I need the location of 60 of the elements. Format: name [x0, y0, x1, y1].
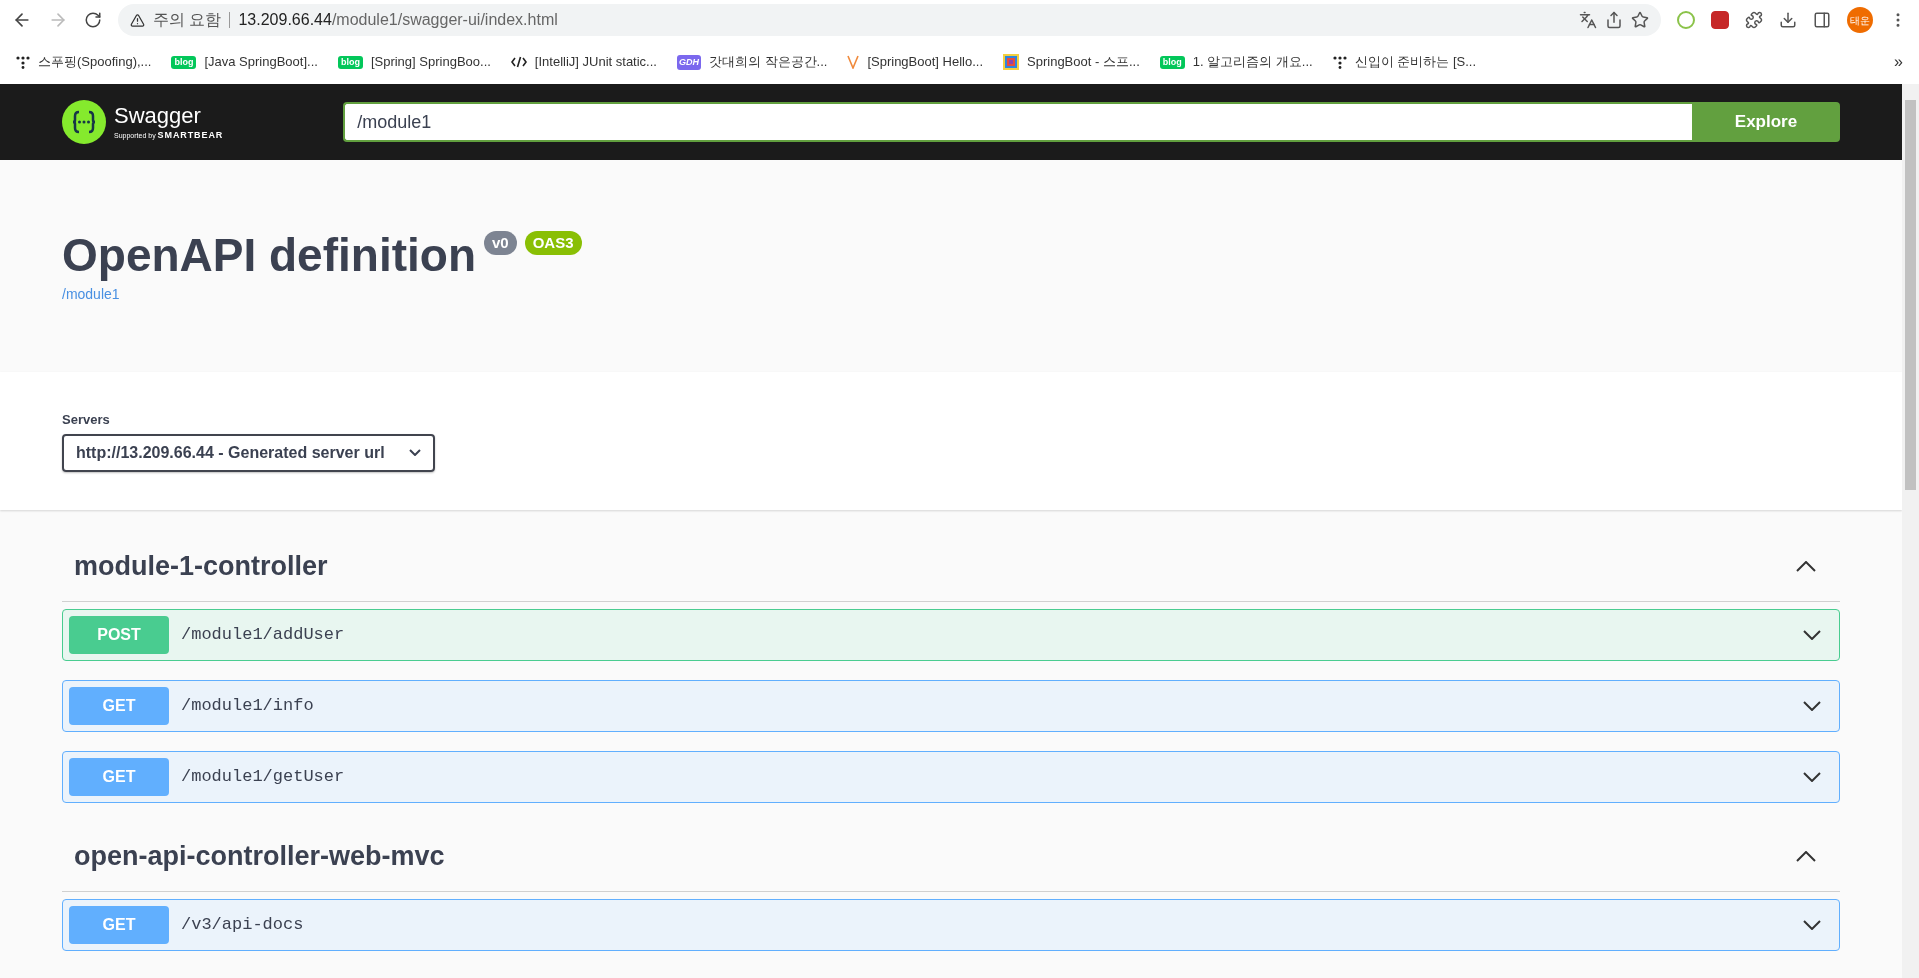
operation-row[interactable]: GET /module1/getUser — [62, 751, 1840, 803]
side-panel-icon[interactable] — [1813, 11, 1831, 29]
extension-icon[interactable] — [1711, 11, 1729, 29]
operation-path: /module1/getUser — [181, 766, 345, 789]
chevron-down-icon — [1803, 701, 1821, 711]
version-badge: v0 — [484, 230, 517, 256]
chevron-down-icon — [1803, 772, 1821, 782]
tag-header[interactable]: module-1-controller — [62, 532, 1840, 602]
gdh-icon: GDH — [676, 54, 701, 70]
blog-icon: blog — [1159, 55, 1185, 69]
squares-icon — [1003, 54, 1020, 70]
bookmark-item[interactable]: 스푸핑(Spoofing),... — [16, 52, 152, 72]
star-icon[interactable] — [1631, 11, 1649, 29]
blog-icon: blog — [337, 55, 363, 69]
method-badge: GET — [69, 758, 169, 796]
reload-icon[interactable] — [84, 11, 102, 29]
operation-path: /module1/info — [181, 695, 314, 718]
chevron-down-icon — [408, 449, 421, 457]
bookmark-item[interactable]: GDH 갓대희의 작은공간... — [676, 52, 828, 72]
operation-path: /v3/api-docs — [181, 914, 304, 937]
operation-row[interactable]: GET /v3/api-docs — [62, 899, 1840, 951]
dots-icon — [16, 55, 30, 69]
url-input[interactable]: /module1 — [343, 102, 1692, 142]
bookmark-item[interactable]: [SpringBoot] Hello... — [847, 52, 984, 72]
bookmark-item[interactable]: [IntelliJ] JUnit static... — [510, 52, 657, 72]
blog-icon: blog — [171, 55, 197, 69]
warning-icon — [130, 12, 145, 28]
api-title: OpenAPI definition — [62, 227, 476, 283]
method-badge: GET — [69, 687, 169, 725]
tag-header[interactable]: open-api-controller-web-mvc — [62, 822, 1840, 892]
swagger-logo-icon — [62, 100, 106, 144]
security-label: 주의 요함 — [153, 10, 222, 30]
dots-icon — [1332, 55, 1347, 69]
operation-path: /module1/addUser — [181, 624, 345, 647]
download-icon[interactable] — [1779, 11, 1797, 29]
bookmark-item[interactable]: blog [Java SpringBoot]... — [171, 52, 318, 72]
url-text: 13.209.66.44/module1/swagger-ui/index.html — [238, 10, 558, 30]
method-badge: GET — [69, 906, 169, 944]
operation-row[interactable]: GET /module1/info — [62, 680, 1840, 732]
oas-badge: OAS3 — [524, 230, 582, 256]
translate-icon[interactable] — [1579, 11, 1597, 29]
chevron-down-icon — [1803, 630, 1821, 640]
share-icon[interactable] — [1605, 11, 1623, 29]
chevron-down-icon — [1803, 920, 1821, 930]
chevron-up-icon — [1796, 561, 1816, 572]
chevron-up-icon — [1796, 851, 1816, 862]
method-badge: POST — [69, 616, 169, 654]
v-icon — [847, 55, 860, 69]
servers-label: Servers — [62, 411, 111, 430]
extensions-icon[interactable] — [1745, 11, 1763, 29]
bookmark-item[interactable]: 신입이 준비하는 [S... — [1332, 52, 1476, 72]
more-bookmarks[interactable]: » — [1894, 50, 1903, 74]
bookmark-item[interactable]: blog [Spring] SpringBoo... — [337, 52, 491, 72]
bookmark-item[interactable]: blog 1. 알고리즘의 개요... — [1159, 52, 1313, 72]
scrollbar[interactable] — [1902, 84, 1919, 978]
address-bar[interactable]: 주의 요함 13.209.66.44/module1/swagger-ui/index.html — [118, 4, 1661, 36]
bookmark-item[interactable]: SpringBoot - 스프... — [1003, 52, 1140, 72]
swagger-wordmark: Swagger — [114, 101, 202, 129]
code-icon — [510, 56, 527, 68]
server-select[interactable]: http://13.209.66.44 - Generated server url — [62, 433, 435, 472]
